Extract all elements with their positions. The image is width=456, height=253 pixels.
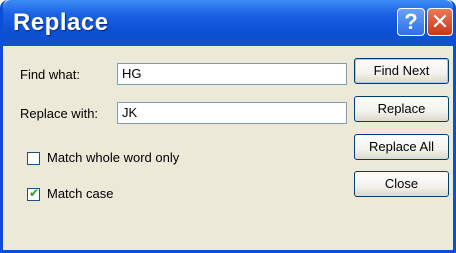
match-whole-word-checkbox[interactable]: [27, 152, 40, 165]
match-case-label[interactable]: Match case: [47, 186, 113, 201]
find-what-label: Find what:: [20, 67, 80, 82]
replace-with-input[interactable]: JK: [117, 102, 347, 124]
question-mark-icon: ?: [404, 9, 418, 34]
find-what-value: HG: [122, 66, 142, 81]
help-button[interactable]: ?: [397, 8, 425, 36]
match-whole-word-label[interactable]: Match whole word only: [47, 150, 179, 165]
dialog-title: Replace: [13, 9, 109, 36]
replace-button[interactable]: Replace: [354, 96, 449, 122]
title-bar[interactable]: Replace ? ✕: [3, 0, 453, 46]
close-button[interactable]: Close: [354, 171, 449, 197]
checkmark-icon: ✔: [29, 186, 40, 200]
replace-with-value: JK: [122, 105, 138, 120]
close-icon: ✕: [430, 9, 450, 34]
find-next-button[interactable]: Find Next: [354, 58, 449, 84]
replace-dialog: Replace ? ✕ Find what: HG Replace with: …: [0, 0, 456, 253]
match-case-checkbox[interactable]: ✔: [27, 186, 40, 201]
replace-with-label: Replace with:: [20, 106, 99, 121]
replace-all-button[interactable]: Replace All: [354, 134, 449, 160]
close-window-button[interactable]: ✕: [427, 8, 453, 36]
find-what-input[interactable]: HG: [117, 63, 347, 85]
